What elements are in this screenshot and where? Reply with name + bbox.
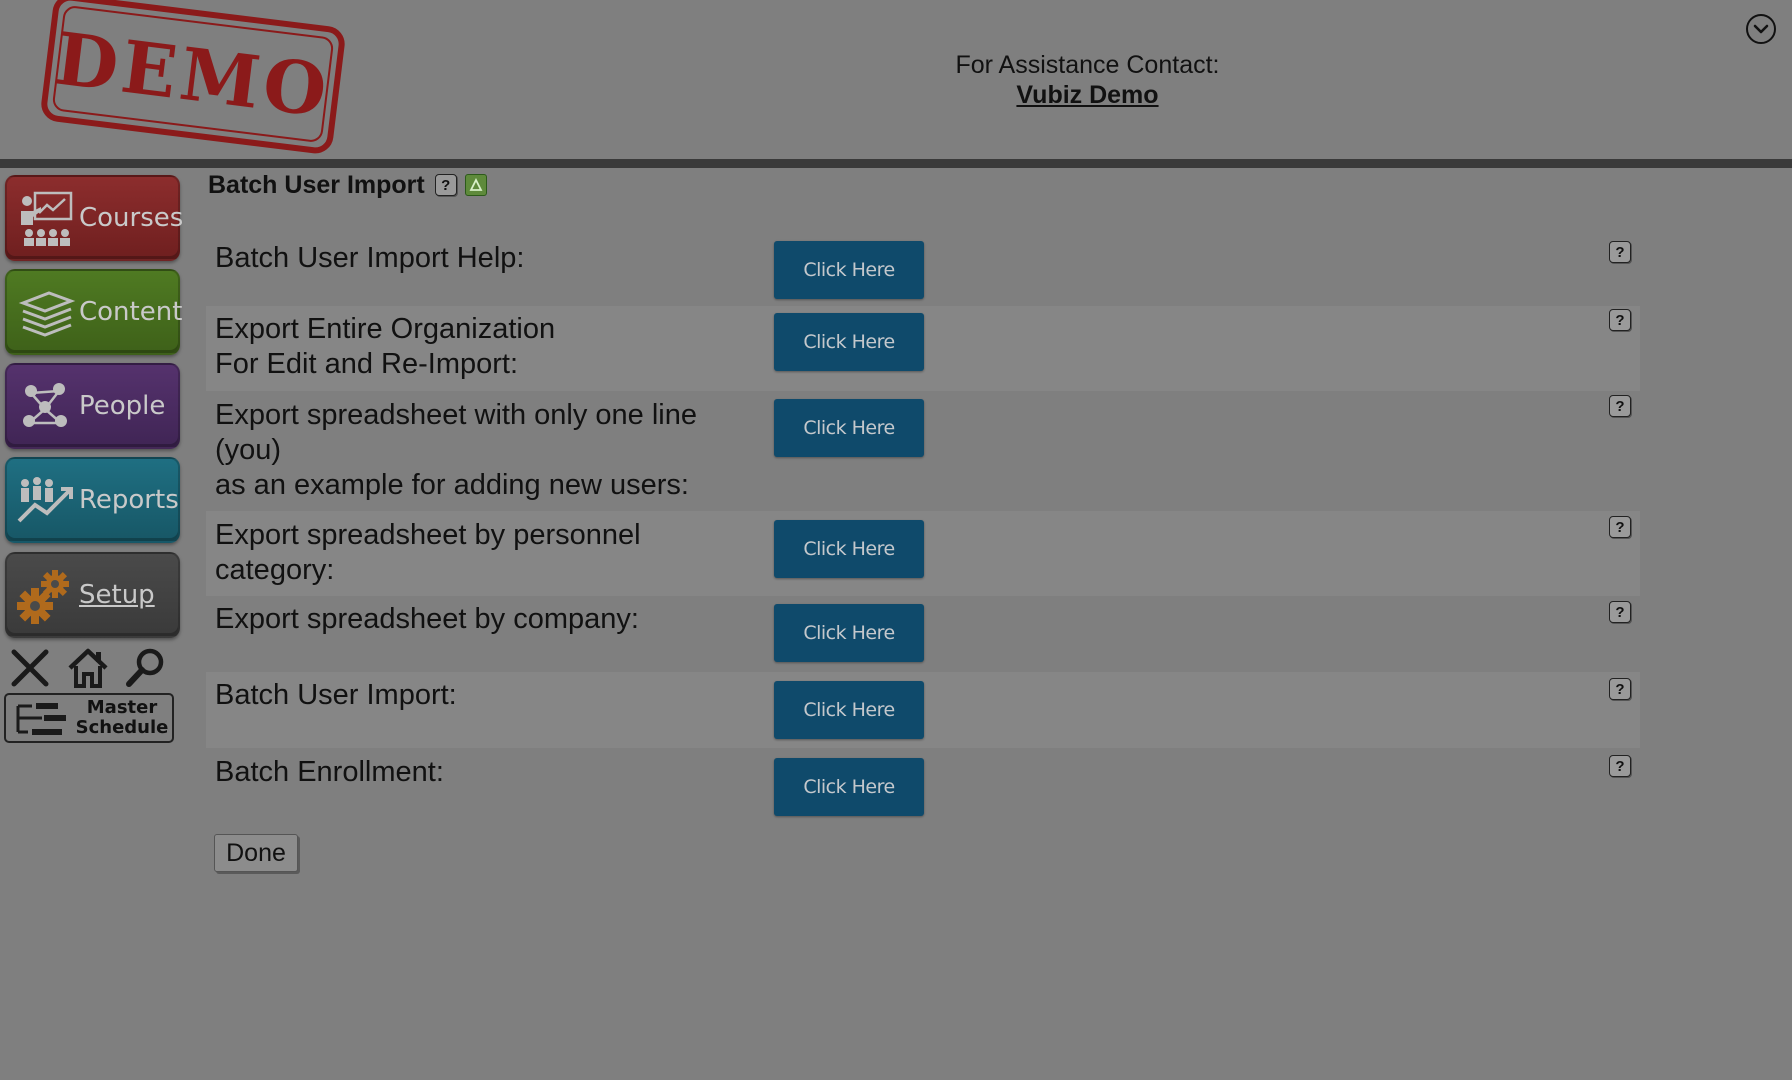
row-label-line: Batch User Import Help: bbox=[215, 242, 525, 274]
help-icon[interactable]: ? bbox=[1609, 601, 1631, 623]
row-label-line: Export spreadsheet with only one line bbox=[215, 399, 698, 431]
click-here-button[interactable]: Click Here bbox=[774, 758, 924, 816]
sidebar-item-label: Content bbox=[79, 297, 183, 327]
help-icon[interactable]: ? bbox=[434, 174, 457, 196]
row-label: Export spreadsheet with only one line (y… bbox=[215, 398, 735, 503]
import-row-batch-import: Batch User Import: Click Here ? bbox=[206, 672, 1640, 748]
row-label-line: Export Entire Organization bbox=[215, 313, 556, 345]
sidebar-item-reports[interactable]: Reports bbox=[5, 457, 180, 543]
layers-icon bbox=[18, 291, 76, 337]
sidebar-tools bbox=[8, 646, 178, 690]
done-button[interactable]: Done bbox=[214, 834, 298, 872]
click-here-button[interactable]: Click Here bbox=[774, 313, 924, 371]
import-row-help: Batch User Import Help: Click Here ? bbox=[206, 235, 1640, 303]
row-label: Batch User Import: bbox=[215, 678, 735, 713]
master-schedule-line1: Master bbox=[86, 697, 158, 718]
help-icon[interactable]: ? bbox=[1609, 516, 1631, 538]
import-row-export-one-line: Export spreadsheet with only one line (y… bbox=[206, 391, 1640, 511]
click-here-button[interactable]: Click Here bbox=[774, 681, 924, 739]
chevron-down-circle-icon[interactable] bbox=[1746, 14, 1776, 44]
sidebar-item-content[interactable]: Content bbox=[5, 269, 183, 355]
click-here-button[interactable]: Click Here bbox=[774, 399, 924, 457]
help-icon[interactable]: ? bbox=[1609, 309, 1631, 331]
master-schedule-line2: Schedule bbox=[75, 717, 169, 738]
row-label-line: Export spreadsheet by company: bbox=[215, 603, 639, 635]
help-icon[interactable]: ? bbox=[1609, 395, 1631, 417]
sidebar-item-people[interactable]: People bbox=[5, 363, 180, 449]
master-schedule-label: Master Schedule bbox=[72, 698, 172, 738]
help-icon[interactable]: ? bbox=[1609, 678, 1631, 700]
contact-link[interactable]: Vubiz Demo bbox=[900, 80, 1275, 110]
click-here-button[interactable]: Click Here bbox=[774, 604, 924, 662]
home-icon[interactable] bbox=[66, 646, 110, 690]
sidebar-item-label: Courses bbox=[79, 203, 184, 233]
row-label: Export Entire Organization For Edit and … bbox=[215, 312, 735, 382]
demo-stamp-text: DEMO bbox=[50, 15, 336, 133]
sidebar-item-courses[interactable]: Courses bbox=[5, 175, 184, 261]
search-icon[interactable] bbox=[124, 646, 168, 690]
row-label-line: (you) bbox=[215, 434, 282, 466]
demo-stamp-logo: DEMO bbox=[39, 0, 347, 156]
presentation-icon bbox=[21, 191, 73, 246]
row-label-line: Batch User Import: bbox=[215, 679, 457, 711]
import-row-export-personnel: Export spreadsheet by personnel category… bbox=[206, 511, 1640, 596]
click-here-button[interactable]: Click Here bbox=[774, 241, 924, 299]
row-label-line: category: bbox=[215, 554, 335, 586]
sidebar-item-label: Reports bbox=[79, 485, 179, 515]
sidebar-item-label: People bbox=[79, 391, 166, 421]
row-label-line: as an example for adding new users: bbox=[215, 469, 689, 501]
row-label-line: For Edit and Re-Import: bbox=[215, 348, 518, 380]
header: DEMO For Assistance Contact: Vubiz Demo bbox=[0, 0, 1792, 160]
import-row-batch-enrollment: Batch Enrollment: Click Here ? bbox=[206, 748, 1640, 824]
row-label-line: Export spreadsheet by personnel bbox=[215, 519, 641, 551]
video-help-icon[interactable] bbox=[464, 174, 487, 196]
header-divider bbox=[0, 159, 1792, 168]
row-label: Export spreadsheet by personnel category… bbox=[215, 518, 735, 588]
page-title-bar: Batch User Import ? bbox=[208, 170, 487, 200]
sidebar-item-label: Setup bbox=[79, 580, 155, 610]
gears-icon bbox=[17, 570, 69, 624]
row-label: Batch Enrollment: bbox=[215, 755, 735, 790]
close-icon[interactable] bbox=[8, 646, 52, 690]
import-row-export-company: Export spreadsheet by company: Click Her… bbox=[206, 596, 1640, 672]
sidebar-item-setup[interactable]: Setup bbox=[5, 552, 180, 638]
help-icon[interactable]: ? bbox=[1609, 755, 1631, 777]
click-here-button[interactable]: Click Here bbox=[774, 520, 924, 578]
network-people-icon bbox=[23, 383, 67, 427]
chart-people-icon bbox=[17, 477, 73, 523]
help-icon[interactable]: ? bbox=[1609, 241, 1631, 263]
schedule-icon bbox=[16, 703, 66, 735]
import-row-export-org: Export Entire Organization For Edit and … bbox=[206, 306, 1640, 391]
assistance-contact: For Assistance Contact: Vubiz Demo bbox=[900, 50, 1275, 110]
assistance-label: For Assistance Contact: bbox=[955, 51, 1220, 79]
row-label: Batch User Import Help: bbox=[215, 241, 735, 276]
page-title: Batch User Import bbox=[208, 170, 425, 199]
row-label: Export spreadsheet by company: bbox=[215, 602, 735, 637]
master-schedule-button[interactable]: Master Schedule bbox=[4, 693, 174, 743]
row-label-line: Batch Enrollment: bbox=[215, 756, 444, 788]
